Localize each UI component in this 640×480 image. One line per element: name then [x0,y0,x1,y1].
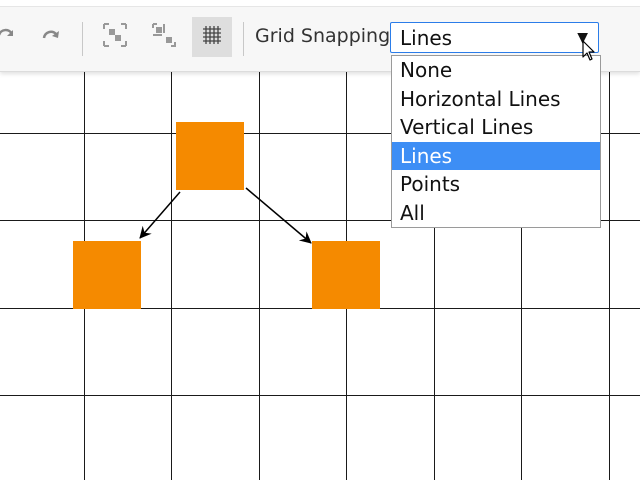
grid-snapping-dropdown: None Horizontal Lines Vertical Lines Lin… [391,55,601,228]
edge-top-left[interactable] [139,191,181,239]
ungroup-button[interactable] [144,17,184,57]
group-button[interactable] [95,17,135,57]
ungroup-icon [150,21,178,53]
dropdown-option-none[interactable]: None [392,56,600,85]
grid-snapping-select-value: Lines [400,26,453,50]
dropdown-option-points[interactable]: Points [392,170,600,199]
edge-top-right[interactable] [245,187,312,244]
node-top[interactable] [176,122,244,190]
dropdown-option-vertical-lines[interactable]: Vertical Lines [392,113,600,142]
undo-button[interactable] [0,17,26,57]
grid-snapping-select[interactable]: Lines ▼ [390,22,599,53]
dropdown-option-lines[interactable]: Lines [392,141,600,170]
toolbar-top-edge [0,0,640,7]
node-left[interactable] [73,241,141,309]
grid-icon [201,24,223,50]
dropdown-option-horizontal-lines[interactable]: Horizontal Lines [392,85,600,114]
redo-button[interactable] [30,17,70,57]
toolbar-separator [82,22,83,56]
group-icon [101,21,129,53]
grid-toggle-button[interactable] [192,17,232,57]
redo-icon [38,23,62,51]
toolbar-separator [243,22,244,56]
node-right[interactable] [312,241,380,309]
undo-icon [0,23,18,51]
dropdown-option-all[interactable]: All [392,199,600,228]
grid-snapping-label: Grid Snapping [255,25,391,47]
mouse-cursor-icon [582,40,596,66]
